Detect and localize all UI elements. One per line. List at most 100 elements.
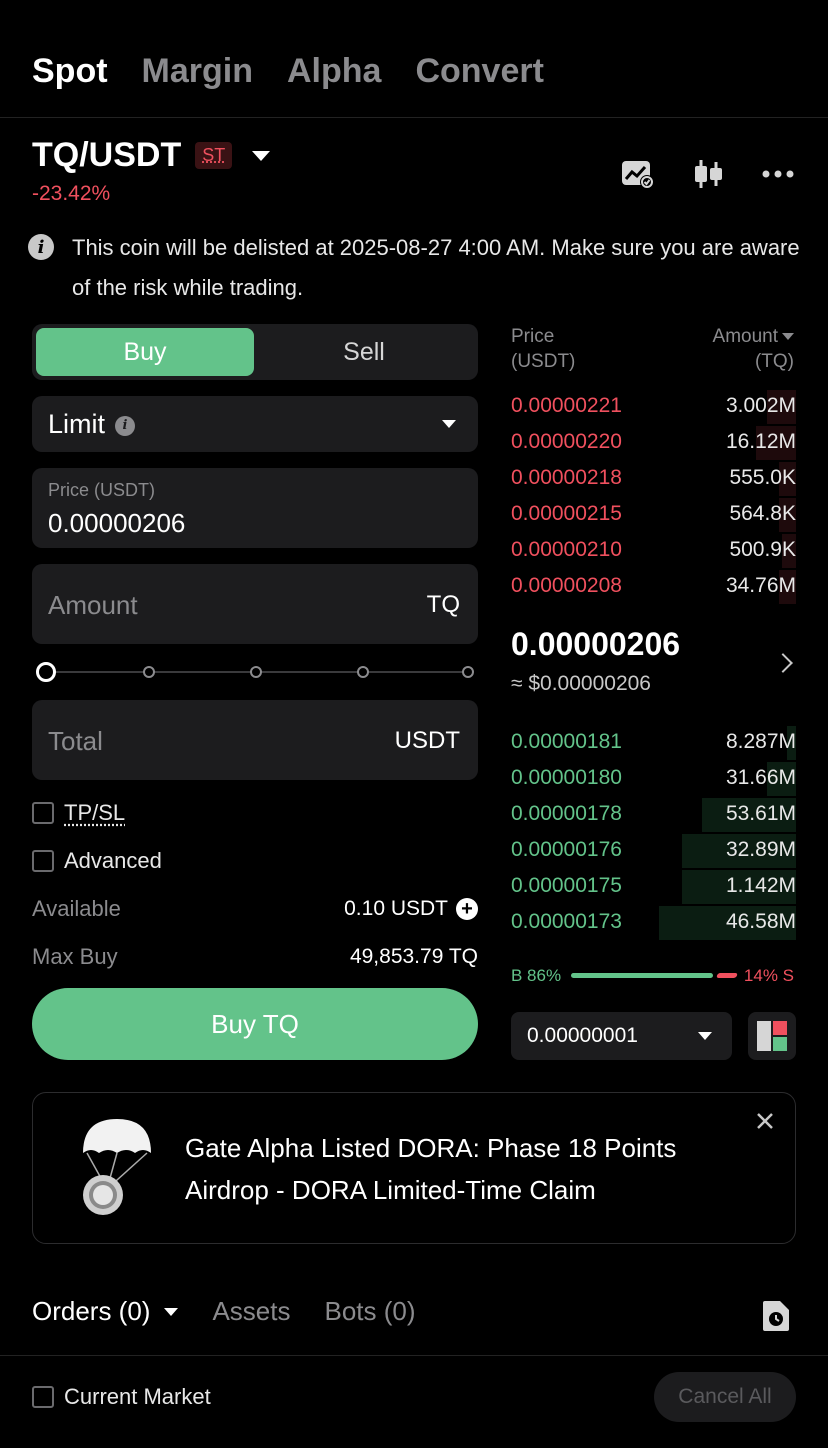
ask-row[interactable]: 0.00000215 564.8K [511, 498, 796, 532]
price-header-unit: (USDT) [511, 351, 576, 372]
order-type-info-icon[interactable]: i [115, 415, 136, 436]
available-label: Available [32, 896, 121, 921]
tab-alpha[interactable]: Alpha [287, 52, 381, 91]
tpsl-checkbox[interactable] [32, 802, 54, 824]
cancel-all-button[interactable]: Cancel All [654, 1372, 796, 1422]
parachute-icon [83, 1119, 151, 1215]
tab-margin[interactable]: Margin [142, 52, 253, 91]
tab-orders[interactable]: Orders (0) [32, 1296, 179, 1327]
buy-tab[interactable]: Buy [36, 328, 254, 376]
orderbook-amount-header[interactable]: Amount (TQ) [713, 324, 794, 374]
order-amount: 31.66M [725, 766, 796, 789]
orderbook-price-header: Price (USDT) [511, 324, 575, 374]
total-unit: USDT [394, 727, 460, 754]
orderbook-layout-button[interactable] [748, 1012, 796, 1060]
dropdown-caret-icon [442, 420, 456, 428]
bid-row[interactable]: 0.00000175 1.142M [511, 870, 796, 904]
ask-row[interactable]: 0.00000221 3.002M [511, 390, 796, 424]
order-amount: 53.61M [725, 802, 796, 825]
ask-row[interactable]: 0.00000220 16.12M [511, 426, 796, 460]
delisting-notice: This coin will be delisted at 2025-08-27… [72, 235, 800, 300]
orders-tabs: Orders (0) Assets Bots (0) [32, 1296, 416, 1327]
orders-tab-label: Orders (0) [32, 1296, 151, 1326]
amount-placeholder: Amount [48, 590, 138, 620]
precision-select[interactable]: 0.00000001 [511, 1012, 732, 1060]
price-field-value[interactable]: 0.00000206 [48, 508, 185, 539]
dropdown-caret-icon [698, 1032, 712, 1040]
sell-tab[interactable]: Sell [254, 328, 474, 376]
order-price: 0.00000178 [511, 802, 622, 825]
amount-slider-handle[interactable] [36, 662, 56, 682]
tab-spot[interactable]: Spot [32, 52, 108, 91]
price-change: -23.42% [32, 182, 111, 205]
total-field[interactable]: Total USDT [32, 700, 478, 780]
ask-row[interactable]: 0.00000210 500.9K [511, 534, 796, 568]
tab-bots[interactable]: Bots (0) [325, 1296, 416, 1327]
promo-banner[interactable]: Gate Alpha Listed DORA: Phase 18 Points … [32, 1092, 796, 1244]
advanced-label: Advanced [64, 848, 162, 873]
order-amount: 8.287M [725, 730, 796, 753]
order-price: 0.00000221 [511, 394, 622, 417]
advanced-option[interactable]: Advanced [32, 848, 162, 874]
top-divider [0, 117, 828, 118]
bid-row[interactable]: 0.00000181 8.287M [511, 726, 796, 760]
max-buy-label: Max Buy [32, 944, 118, 969]
order-history-icon[interactable] [762, 1300, 790, 1332]
order-amount: 46.58M [725, 910, 796, 933]
price-field[interactable]: Price (USDT) 0.00000206 [32, 468, 478, 548]
orders-divider [0, 1355, 828, 1356]
order-type-value: Limit [48, 409, 106, 439]
deposit-plus-icon[interactable]: + [456, 898, 478, 920]
market-type-tabs: Spot Margin Alpha Convert [32, 52, 544, 91]
current-market-filter[interactable]: Current Market [32, 1384, 211, 1410]
ask-row[interactable]: 0.00000218 555.0K [511, 462, 796, 496]
last-price: 0.00000206 [511, 626, 681, 662]
buy-ratio-bar [571, 973, 713, 978]
available-value-row: 0.10 USDT + [344, 897, 478, 921]
tpsl-option[interactable]: TP/SL [32, 800, 125, 826]
slider-step-50[interactable] [250, 666, 262, 678]
bid-row[interactable]: 0.00000180 31.66M [511, 762, 796, 796]
order-price: 0.00000215 [511, 502, 622, 525]
more-options-icon[interactable] [760, 156, 796, 192]
advanced-checkbox[interactable] [32, 850, 54, 872]
available-value: 0.10 USDT [344, 897, 448, 920]
ask-row[interactable]: 0.00000208 34.76M [511, 570, 796, 604]
amount-header-text: Amount [712, 326, 778, 347]
slider-step-75[interactable] [357, 666, 369, 678]
price-header-text: Price [511, 326, 555, 347]
amount-unit: TQ [426, 591, 460, 618]
amount-unit-dropdown-icon[interactable] [782, 333, 794, 341]
banner-text[interactable]: Gate Alpha Listed DORA: Phase 18 Points … [185, 1127, 745, 1211]
chart-settings-icon[interactable] [620, 156, 656, 192]
pair-selector[interactable]: TQ/USDT ST [32, 136, 271, 175]
order-price: 0.00000180 [511, 766, 622, 789]
buy-submit-button[interactable]: Buy TQ [32, 988, 478, 1060]
pair-dropdown-icon[interactable] [252, 150, 271, 161]
orders-dropdown-icon[interactable] [164, 1307, 179, 1316]
bid-row[interactable]: 0.00000178 53.61M [511, 798, 796, 832]
current-market-checkbox[interactable] [32, 1386, 54, 1408]
chevron-right-icon[interactable] [773, 653, 793, 673]
st-badge[interactable]: ST [195, 142, 233, 169]
tpsl-label[interactable]: TP/SL [64, 800, 125, 826]
candlestick-icon[interactable] [690, 156, 726, 192]
buy-ratio: B 86% [511, 966, 562, 985]
order-amount: 1.142M [725, 874, 796, 897]
tab-convert[interactable]: Convert [415, 52, 543, 91]
order-price: 0.00000220 [511, 430, 622, 453]
close-icon[interactable] [755, 1111, 775, 1131]
order-price: 0.00000210 [511, 538, 622, 561]
order-type-select[interactable]: Limit i [32, 396, 478, 452]
tab-assets[interactable]: Assets [212, 1296, 290, 1327]
slider-step-100[interactable] [462, 666, 474, 678]
order-amount: 32.89M [725, 838, 796, 861]
order-price: 0.00000175 [511, 874, 622, 897]
bid-row[interactable]: 0.00000173 46.58M [511, 906, 796, 940]
slider-step-25[interactable] [143, 666, 155, 678]
bid-row[interactable]: 0.00000176 32.89M [511, 834, 796, 868]
buy-sell-toggle: Buy Sell [32, 324, 478, 380]
total-placeholder: Total [48, 726, 103, 756]
order-amount: 555.0K [729, 466, 796, 489]
amount-field[interactable]: Amount TQ [32, 564, 478, 644]
